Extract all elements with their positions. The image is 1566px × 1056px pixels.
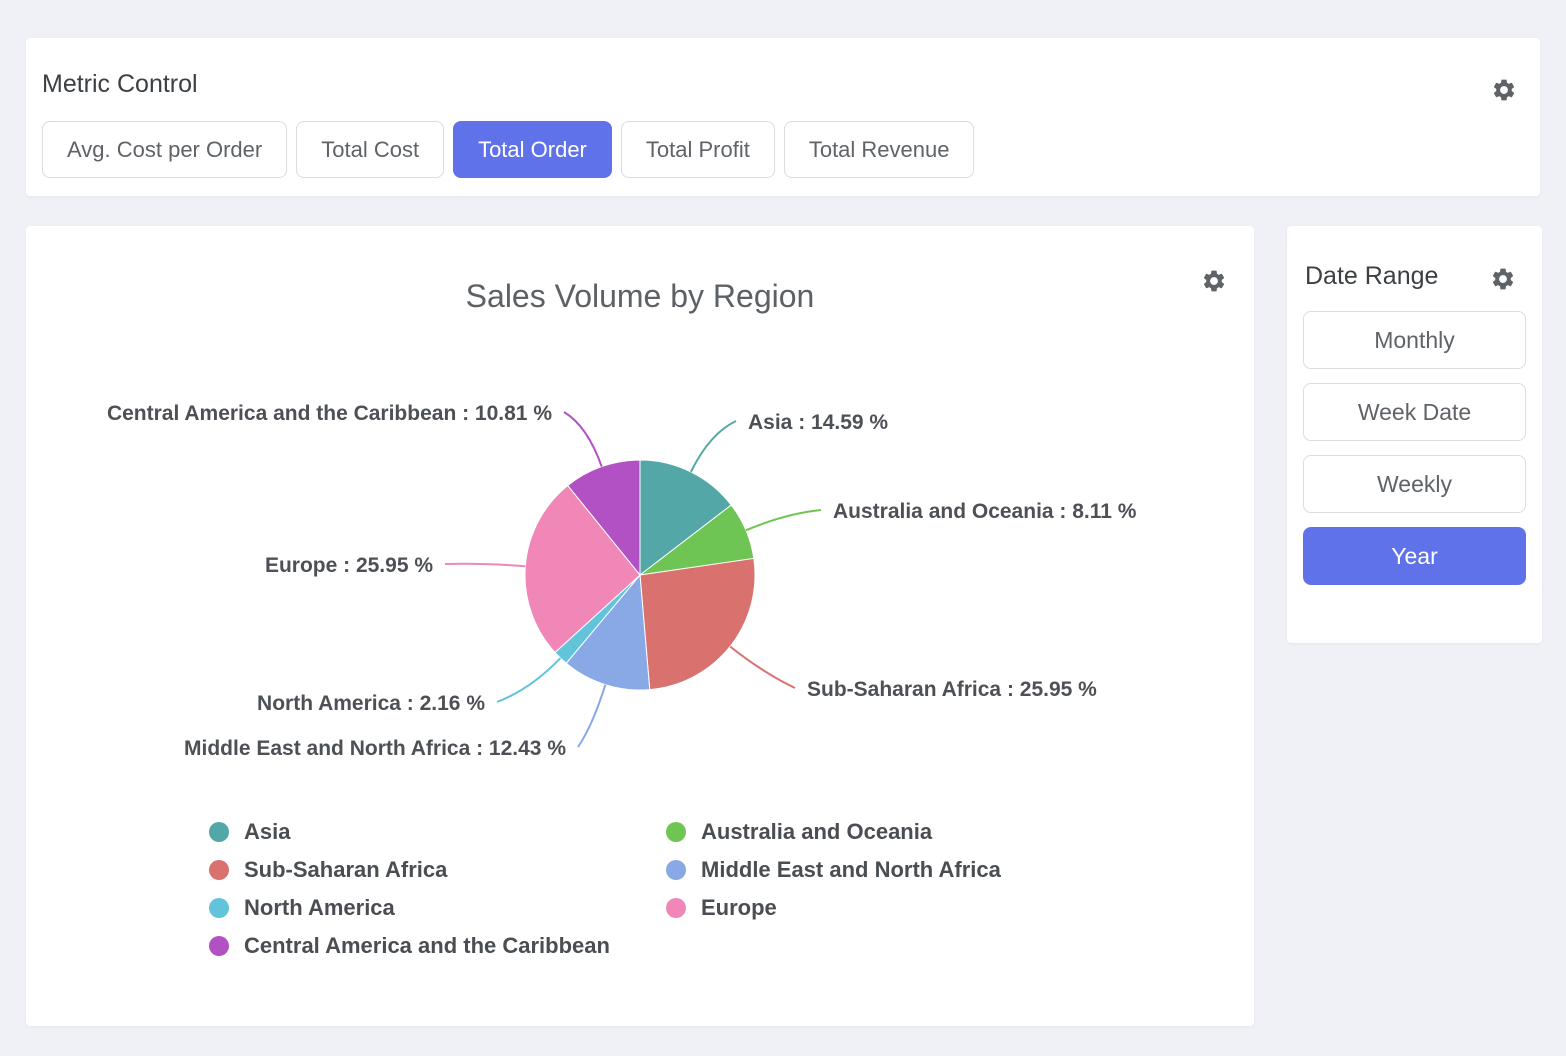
pie-label-asia: Asia : 14.59 %: [748, 411, 888, 434]
pie-label-line-australia-and-oceania: [746, 510, 821, 530]
legend-dot-middle-east-and-north-africa: [666, 860, 686, 880]
legend-item-sub-saharan-africa[interactable]: Sub-Saharan Africa: [209, 858, 666, 882]
metric-button-total-revenue[interactable]: Total Revenue: [784, 121, 975, 178]
legend-label-north-america: North America: [244, 895, 395, 921]
legend-dot-australia-and-oceania: [666, 822, 686, 842]
pie-label-line-sub-saharan-africa: [730, 646, 795, 688]
legend-label-asia: Asia: [244, 819, 290, 845]
date-range-button-monthly[interactable]: Monthly: [1303, 311, 1526, 369]
pie-label-middle-east-and-north-africa: Middle East and North Africa : 12.43 %: [184, 737, 566, 760]
legend-dot-north-america: [209, 898, 229, 918]
legend-dot-asia: [209, 822, 229, 842]
legend-label-sub-saharan-africa: Sub-Saharan Africa: [244, 857, 447, 883]
chart-legend: Asia Australia and Oceania Sub-Saharan Afr…: [209, 820, 1001, 958]
pie-label-line-europe: [445, 564, 525, 566]
pie-label-central-america-and-the-caribbean: Central America and the Caribbean : 10.8…: [107, 402, 552, 425]
date-range-button-week-date[interactable]: Week Date: [1303, 383, 1526, 441]
legend-dot-central-america-and-the-caribbean: [209, 936, 229, 956]
date-range-card: Date Range Monthly Week Date Weekly Year: [1287, 226, 1542, 643]
sales-volume-chart-card: Sales Volume by Region Asia : 14.59 %Aus…: [26, 226, 1254, 1026]
date-settings-gear-icon[interactable]: [1490, 266, 1516, 292]
gear-icon: [1491, 77, 1517, 103]
metric-button-group: Avg. Cost per OrderTotal CostTotal Order…: [42, 121, 974, 178]
pie-slice-sub-saharan-africa[interactable]: [640, 558, 755, 689]
pie-label-australia-and-oceania: Australia and Oceania : 8.11 %: [833, 500, 1137, 523]
date-range-button-weekly[interactable]: Weekly: [1303, 455, 1526, 513]
pie-label-line-asia: [691, 421, 736, 472]
legend-label-australia-and-oceania: Australia and Oceania: [701, 819, 932, 845]
pie-label-line-north-america: [497, 658, 560, 702]
pie-label-line-middle-east-and-north-africa: [578, 685, 605, 747]
date-range-button-year[interactable]: Year: [1303, 527, 1526, 585]
legend-item-north-america[interactable]: North America: [209, 896, 666, 920]
legend-item-middle-east-and-north-africa[interactable]: Middle East and North Africa: [666, 858, 1001, 882]
date-range-title: Date Range: [1305, 262, 1438, 291]
dashboard-page: Metric Control Avg. Cost per OrderTotal …: [0, 0, 1566, 1056]
legend-label-central-america-and-the-caribbean: Central America and the Caribbean: [244, 933, 610, 959]
metric-button-total-order[interactable]: Total Order: [453, 121, 612, 178]
metric-control-card: Metric Control Avg. Cost per OrderTotal …: [26, 38, 1540, 196]
gear-icon: [1490, 266, 1516, 292]
legend-dot-europe: [666, 898, 686, 918]
metric-control-title: Metric Control: [42, 70, 198, 99]
pie-label-north-america: North America : 2.16 %: [257, 692, 485, 715]
metric-settings-gear-icon[interactable]: [1491, 77, 1517, 103]
legend-label-europe: Europe: [701, 895, 777, 921]
legend-item-australia-and-oceania[interactable]: Australia and Oceania: [666, 820, 1001, 844]
metric-button-avg-cost-per-order[interactable]: Avg. Cost per Order: [42, 121, 287, 178]
metric-button-total-cost[interactable]: Total Cost: [296, 121, 444, 178]
legend-item-asia[interactable]: Asia: [209, 820, 666, 844]
legend-item-europe[interactable]: Europe: [666, 896, 1001, 920]
pie-label-sub-saharan-africa: Sub-Saharan Africa : 25.95 %: [807, 678, 1097, 701]
metric-button-total-profit[interactable]: Total Profit: [621, 121, 775, 178]
legend-item-central-america-and-the-caribbean[interactable]: Central America and the Caribbean: [209, 934, 666, 958]
pie-label-line-central-america-and-the-caribbean: [564, 412, 602, 467]
pie-label-europe: Europe : 25.95 %: [265, 554, 433, 577]
legend-label-middle-east-and-north-africa: Middle East and North Africa: [701, 857, 1001, 883]
date-range-button-group: Monthly Week Date Weekly Year: [1303, 311, 1526, 585]
legend-dot-sub-saharan-africa: [209, 860, 229, 880]
